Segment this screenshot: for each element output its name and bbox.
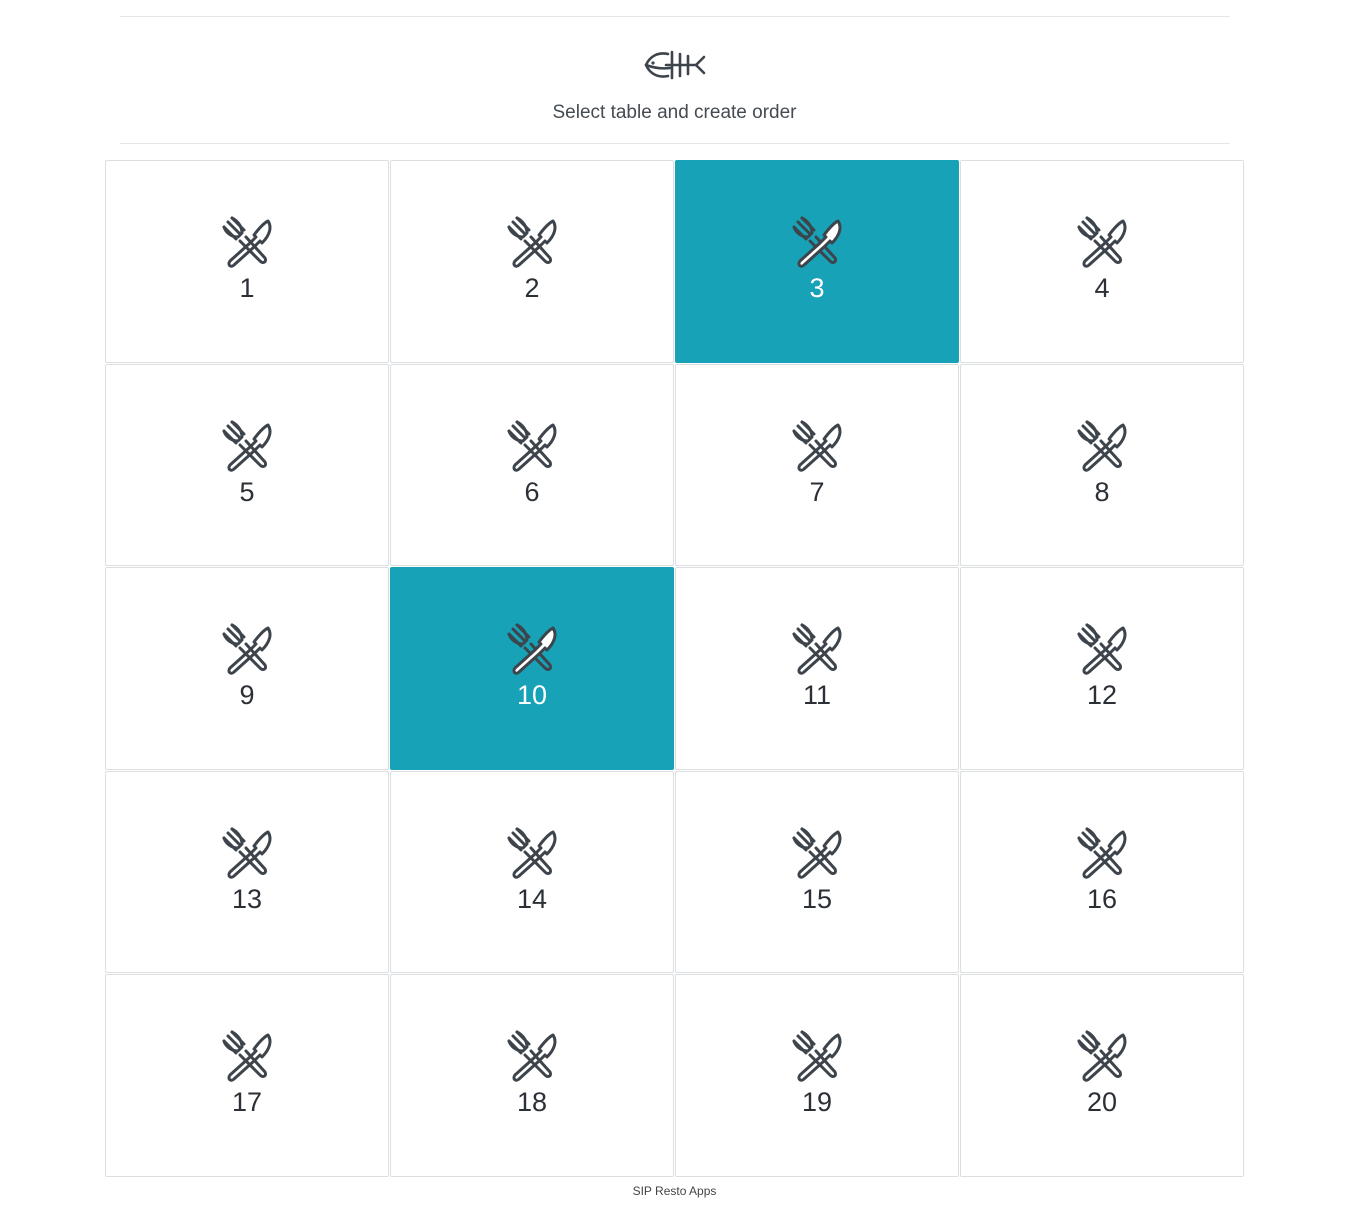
table-card-16[interactable]: 16 — [960, 770, 1244, 974]
table-number: 13 — [231, 883, 263, 914]
table-number: 6 — [524, 476, 540, 507]
footer-text: SIP Resto Apps — [632, 1184, 717, 1198]
table-number: 11 — [802, 680, 832, 711]
fork-knife-icon — [792, 623, 842, 675]
fork-knife-icon — [1077, 420, 1127, 472]
table-card-8[interactable]: 8 — [960, 363, 1244, 567]
table-number: 2 — [524, 273, 540, 303]
table-number: 7 — [809, 476, 825, 507]
page: Select table and create order 1 2 3 4 5 … — [0, 0, 1349, 1218]
table-card-9[interactable]: 9 — [105, 567, 389, 770]
table-number: 12 — [1086, 680, 1118, 711]
table-card-5[interactable]: 5 — [105, 363, 389, 567]
fork-knife-icon — [1077, 216, 1127, 268]
table-card-18[interactable]: 18 — [390, 974, 674, 1177]
bottom-divider — [120, 143, 1230, 144]
top-divider — [120, 16, 1230, 17]
table-card-17[interactable]: 17 — [105, 974, 389, 1177]
table-number: 15 — [801, 883, 833, 914]
table-card-15[interactable]: 15 — [675, 770, 959, 974]
table-number: 3 — [809, 273, 825, 303]
fork-knife-icon — [222, 420, 272, 472]
fork-knife-icon — [792, 216, 842, 268]
table-number: 19 — [801, 1087, 833, 1118]
page-subtitle: Select table and create order — [552, 102, 797, 123]
table-card-11[interactable]: 11 — [675, 567, 959, 770]
fork-knife-icon — [1077, 623, 1127, 675]
fork-knife-icon — [792, 827, 842, 879]
table-card-20[interactable]: 20 — [960, 974, 1244, 1177]
fork-knife-icon — [1077, 1030, 1127, 1083]
fork-knife-icon — [222, 827, 272, 879]
fork-knife-icon — [792, 1030, 842, 1083]
table-number: 14 — [516, 883, 548, 914]
fish-bone-icon — [644, 50, 706, 80]
fork-knife-icon — [507, 827, 557, 879]
table-number: 20 — [1086, 1087, 1118, 1118]
table-grid: 1 2 3 4 5 6 7 8 9 10 11 12 13 14 15 16 1… — [105, 160, 1245, 1178]
fork-knife-icon — [507, 623, 557, 675]
table-card-10[interactable]: 10 — [390, 567, 674, 770]
fork-knife-icon — [507, 1030, 557, 1083]
table-card-1[interactable]: 1 — [105, 160, 389, 363]
table-number: 1 — [239, 273, 255, 303]
fork-knife-icon — [792, 420, 842, 472]
table-number: 5 — [239, 476, 255, 507]
table-number: 16 — [1086, 883, 1118, 914]
table-card-4[interactable]: 4 — [960, 160, 1244, 363]
fork-knife-icon — [222, 623, 272, 675]
fork-knife-icon — [222, 216, 272, 268]
table-card-13[interactable]: 13 — [105, 770, 389, 974]
table-number: 4 — [1094, 273, 1110, 303]
table-number: 10 — [516, 680, 548, 711]
table-card-2[interactable]: 2 — [390, 160, 674, 363]
table-card-3[interactable]: 3 — [675, 160, 959, 363]
table-card-6[interactable]: 6 — [390, 363, 674, 567]
table-number: 9 — [239, 680, 255, 711]
table-number: 17 — [231, 1087, 263, 1118]
table-card-7[interactable]: 7 — [675, 363, 959, 567]
fork-knife-icon — [222, 1030, 272, 1083]
table-card-12[interactable]: 12 — [960, 567, 1244, 770]
table-number: 18 — [516, 1087, 548, 1118]
fork-knife-icon — [1077, 827, 1127, 879]
table-card-19[interactable]: 19 — [675, 974, 959, 1177]
table-number: 8 — [1094, 476, 1110, 507]
fork-knife-icon — [507, 216, 557, 268]
table-card-14[interactable]: 14 — [390, 770, 674, 974]
fork-knife-icon — [507, 420, 557, 472]
